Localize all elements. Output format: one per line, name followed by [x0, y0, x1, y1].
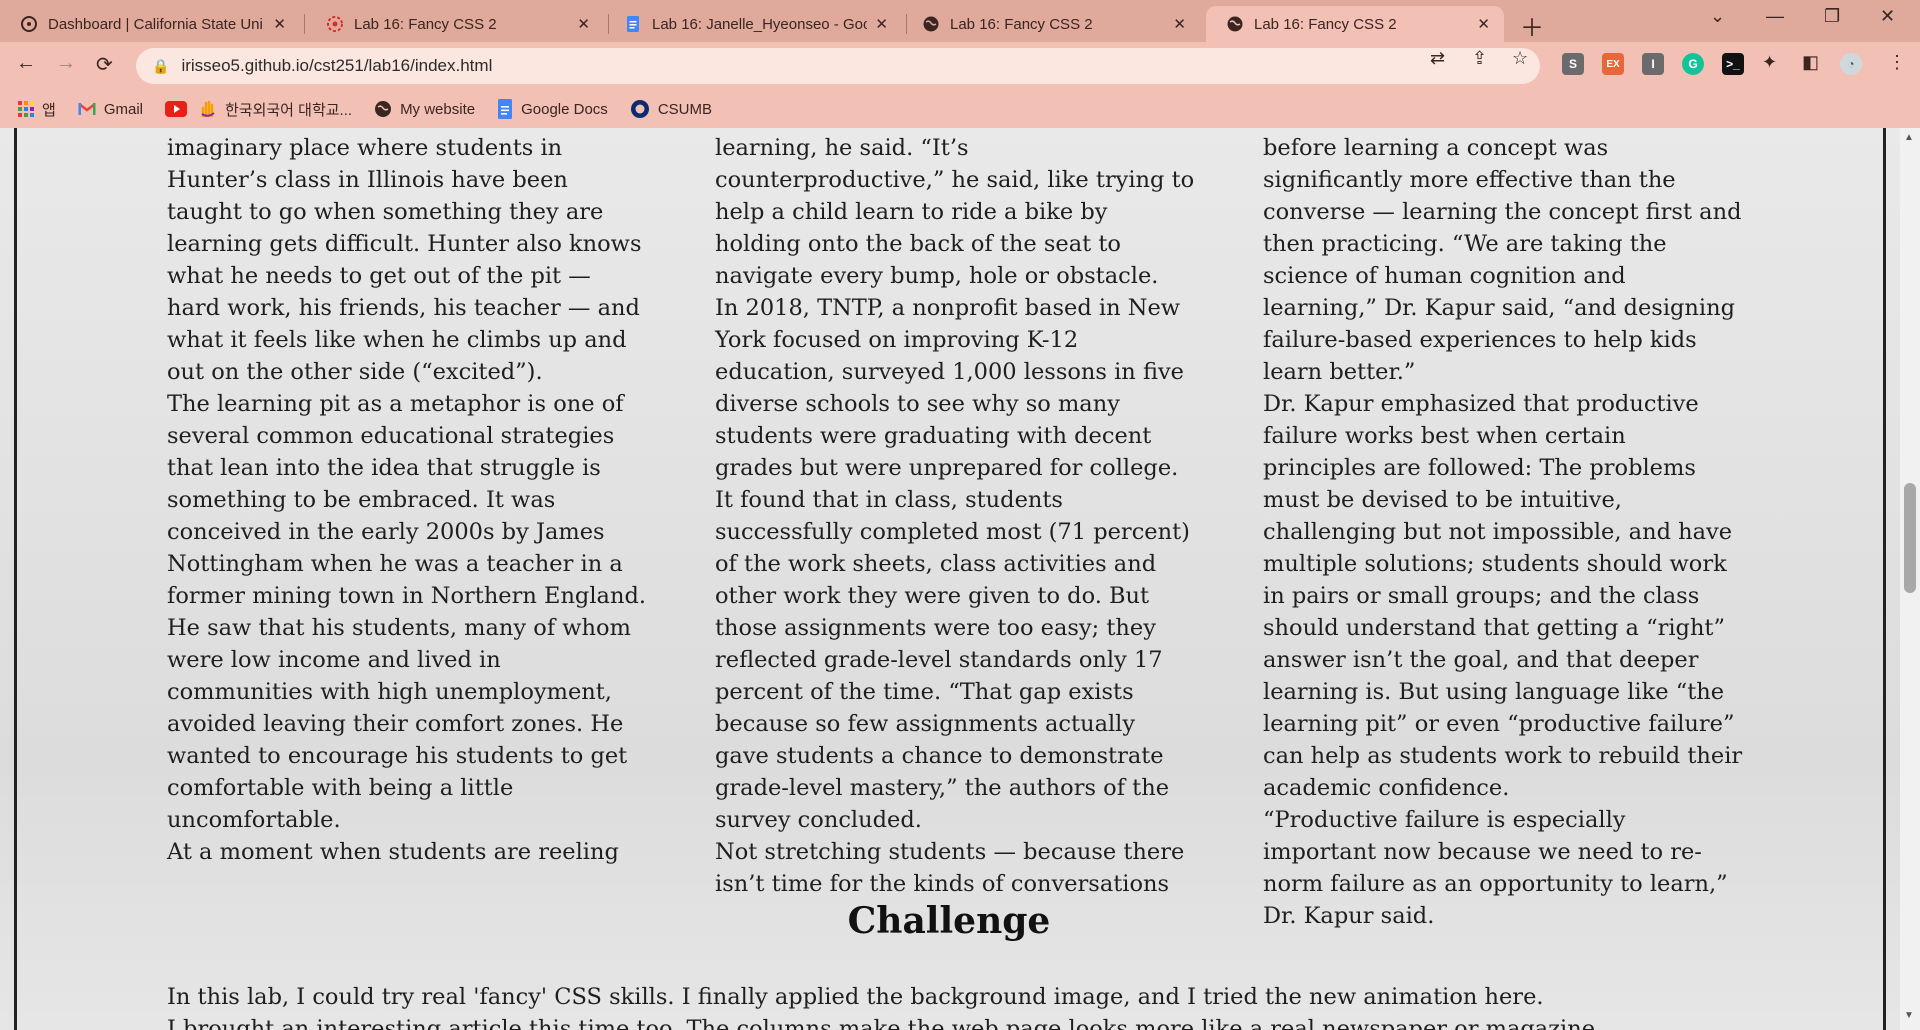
menu-kebab-icon[interactable]: ⋮	[1888, 52, 1906, 73]
canvas-icon	[21, 16, 37, 32]
bookmark-star-icon[interactable]: ☆	[1512, 48, 1528, 69]
tab-search-chevron-icon[interactable]: ⌄	[1710, 6, 1725, 27]
bookmark-label: Gmail	[103, 100, 143, 118]
bookmark-label: 한국외국어 대학교...	[224, 101, 353, 119]
restore-button[interactable]: ❐	[1824, 6, 1840, 27]
article-paragraph: The learning pit as a metaphor is one of…	[167, 391, 646, 833]
tab-fancy-css-active[interactable]: Lab 16: Fancy CSS 2 ✕	[1206, 6, 1504, 42]
bookmark-label: Google Docs	[521, 100, 608, 118]
tab-title: Lab 16: Fancy CSS 2	[1254, 15, 1397, 33]
bookmarks-bar: 앱 Gmail 한국외국어 대학교... My website Google D…	[0, 90, 1920, 128]
apps-grid-icon	[18, 101, 34, 117]
tab-title: Lab 16: Janelle_Hyeonseo - Goo	[652, 15, 868, 33]
scroll-down-arrow-icon[interactable]: ▼	[1904, 1010, 1914, 1021]
bookmark-label: My website	[400, 100, 476, 118]
page-viewport[interactable]: the bottom of the learning pit, an imagi…	[0, 128, 1920, 1030]
article-paragraph: to stretch enough to deepen their learni…	[715, 128, 1195, 289]
tab-title: Lab 16: Fancy CSS 2	[950, 15, 1093, 33]
article-paragraph: At a moment when students are reeling	[167, 839, 619, 865]
article-paragraph: Not stretching students — because there …	[715, 839, 1185, 897]
terminal-icon[interactable]: >_	[1722, 53, 1744, 75]
bookmark-google-docs[interactable]: Google Docs	[497, 99, 608, 119]
globe-icon	[923, 16, 939, 32]
article-column-2: to stretch enough to deepen their learni…	[715, 128, 1195, 900]
tab-title: Dashboard | California State Uni	[48, 15, 263, 33]
translate-icon[interactable]: ⇄	[1430, 48, 1445, 69]
red-flower-icon	[327, 16, 343, 32]
bookmark-apps[interactable]: 앱	[18, 99, 56, 120]
scrollbar-thumb[interactable]	[1904, 483, 1916, 593]
grammarly-icon[interactable]: G	[1682, 53, 1704, 75]
side-panel-icon[interactable]: ◧	[1802, 52, 1819, 73]
window-close-button[interactable]: ✕	[1880, 6, 1895, 27]
bookmark-label: 앱	[42, 101, 56, 119]
bookmark-hufs[interactable]: 한국외국어 대학교...	[199, 99, 352, 120]
extensions-puzzle-icon[interactable]: ✦	[1762, 52, 1777, 73]
tab-fancy-css-1[interactable]: Lab 16: Fancy CSS 2 ✕	[306, 6, 604, 42]
tab-dashboard[interactable]: Dashboard | California State Uni ✕	[0, 6, 300, 42]
bookmark-csumb[interactable]: CSUMB	[630, 99, 712, 119]
globe-icon	[375, 101, 392, 117]
page-border-right	[1883, 128, 1886, 1030]
challenge-heading: Challenge	[847, 900, 1051, 942]
gmail-icon	[78, 103, 96, 115]
article-column-3: struggle first. Problem-solving practice…	[1263, 128, 1743, 932]
google-docs-icon	[627, 16, 639, 32]
challenge-line: In this lab, I could try real 'fancy' CS…	[167, 984, 1544, 1010]
tab-google-doc[interactable]: Lab 16: Janelle_Hyeonseo - Goo ✕	[604, 6, 902, 42]
tab-fancy-css-2[interactable]: Lab 16: Fancy CSS 2 ✕	[902, 6, 1200, 42]
challenge-text: In this lab, I could try real 'fancy' CS…	[167, 981, 1867, 1030]
new-tab-button[interactable]: ＋	[1520, 8, 1544, 43]
bookmark-label: CSUMB	[657, 100, 712, 118]
browser-toolbar: ← → ⟳ 🔒 irisseo5.github.io/cst251/lab16/…	[0, 42, 1920, 90]
google-docs-icon	[498, 99, 513, 119]
reload-button[interactable]: ⟳	[96, 52, 113, 77]
tab-title: Lab 16: Fancy CSS 2	[354, 15, 497, 33]
profile-avatar[interactable]: ◔	[1840, 53, 1862, 75]
back-button[interactable]: ←	[16, 52, 36, 75]
article-paragraph: In 2018, TNTP, a nonprofit based in New …	[715, 295, 1190, 833]
article-paragraph: Dr. Kapur emphasized that productive fai…	[1263, 391, 1743, 801]
scroll-up-arrow-icon[interactable]: ▲	[1904, 132, 1914, 143]
article-column-1: the bottom of the learning pit, an imagi…	[167, 128, 647, 868]
extension-ex-icon[interactable]: EX	[1602, 53, 1624, 75]
tab-strip: Dashboard | California State Uni ✕ Lab 1…	[0, 0, 1920, 42]
close-icon[interactable]: ✕	[273, 15, 286, 33]
url-text: irisseo5.github.io/cst251/lab16/index.ht…	[181, 56, 493, 75]
globe-icon	[1227, 16, 1243, 32]
bookmark-my-website[interactable]: My website	[374, 100, 475, 118]
tab-separator	[304, 14, 305, 34]
page-border-left	[14, 128, 17, 1030]
close-icon[interactable]: ✕	[875, 15, 888, 33]
address-bar[interactable]: 🔒 irisseo5.github.io/cst251/lab16/index.…	[136, 48, 1540, 84]
lock-icon[interactable]: 🔒	[152, 58, 169, 75]
forward-button[interactable]: →	[56, 52, 76, 75]
close-icon[interactable]: ✕	[1173, 15, 1186, 33]
article-paragraph: struggle first. Problem-solving practice…	[1263, 128, 1742, 385]
minimize-button[interactable]: —	[1766, 6, 1784, 27]
close-icon[interactable]: ✕	[1477, 15, 1490, 33]
share-icon[interactable]: ⇪	[1472, 48, 1487, 69]
close-icon[interactable]: ✕	[577, 15, 590, 33]
csumb-icon	[630, 100, 649, 118]
article-paragraph: the bottom of the learning pit, an imagi…	[167, 128, 642, 385]
bookmark-gmail[interactable]: Gmail	[78, 101, 143, 118]
bookmark-youtube[interactable]	[164, 101, 187, 117]
youtube-icon	[164, 101, 187, 117]
hufs-hand-icon	[201, 100, 215, 118]
extension-s-icon[interactable]: S	[1562, 53, 1584, 75]
challenge-line: I brought an interesting article this ti…	[167, 1016, 1603, 1030]
extension-i-icon[interactable]: I	[1642, 53, 1664, 75]
